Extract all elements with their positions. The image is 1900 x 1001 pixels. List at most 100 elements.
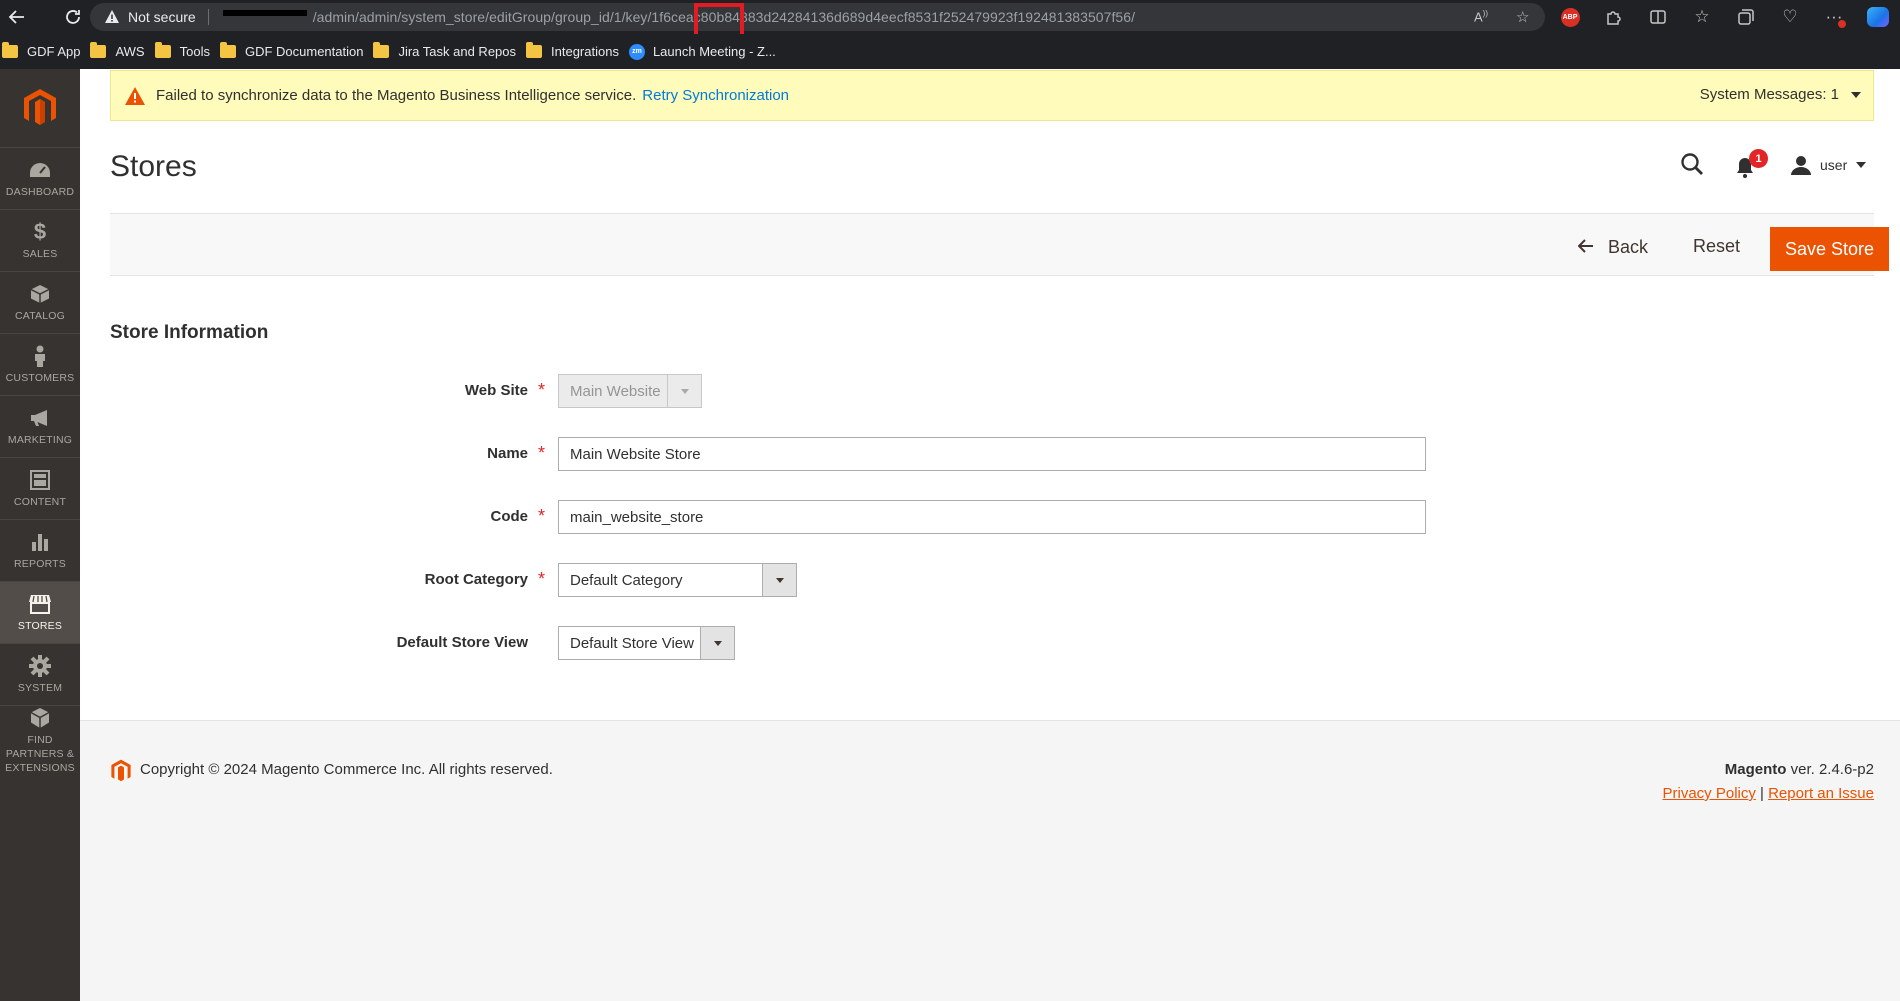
sidebar-item-reports[interactable]: REPORTS — [0, 519, 80, 581]
adblock-icon[interactable]: ABP — [1548, 0, 1592, 34]
sidebar-item-catalog[interactable]: CATALOG — [0, 271, 80, 333]
split-screen-icon[interactable] — [1636, 0, 1680, 34]
folder-icon — [219, 42, 236, 58]
page-actions-bar: Back Reset Save Store — [110, 213, 1889, 276]
default-store-view-select[interactable]: Default Store View — [558, 626, 735, 660]
url-separator — [207, 9, 209, 25]
more-menu-icon[interactable]: ··· — [1812, 0, 1856, 34]
dollar-icon: $ — [33, 218, 47, 244]
footer-links: Privacy Policy | Report an Issue — [1662, 785, 1875, 802]
reset-button[interactable]: Reset — [1693, 236, 1740, 257]
bookmark-launch-meeting[interactable]: zm Launch Meeting - Z... — [627, 38, 782, 66]
chevron-down-icon — [700, 627, 734, 659]
required-asterisk: * — [538, 506, 546, 526]
privacy-policy-link[interactable]: Privacy Policy — [1663, 785, 1756, 802]
back-arrow-icon[interactable] — [2, 2, 32, 32]
browser-toolbar: Not secure /admin/admin/system_store/edi… — [0, 0, 1900, 41]
zoom-icon: zm — [628, 43, 645, 60]
bookmark-gdf-app[interactable]: GDF App — [0, 38, 86, 66]
report-issue-link[interactable]: Report an Issue — [1768, 785, 1874, 802]
bookmarks-bar: GDF App AWS Tools GDF Documentation Jira… — [0, 34, 1900, 69]
system-message-banner: Failed to synchronize data to the Magent… — [110, 70, 1874, 121]
layout-icon — [27, 469, 53, 491]
extensions-icon — [27, 707, 53, 729]
user-name: user — [1820, 157, 1848, 173]
redacted-host — [222, 10, 307, 16]
folder-icon — [526, 42, 543, 58]
folder-icon — [154, 42, 171, 58]
bookmark-integrations[interactable]: Integrations — [524, 38, 625, 66]
refresh-icon[interactable] — [58, 2, 88, 32]
notifications-bell-icon[interactable]: 1 — [1735, 149, 1768, 181]
back-button[interactable]: Back — [1577, 236, 1648, 259]
extension-toolbar: ABP ☆ ♡ ··· — [1548, 0, 1900, 34]
magento-footer-logo-icon — [111, 759, 131, 782]
bookmark-jira[interactable]: Jira Task and Repos — [371, 38, 522, 66]
bookmark-aws[interactable]: AWS — [88, 38, 150, 66]
user-icon — [1791, 156, 1811, 175]
folder-icon — [90, 42, 107, 58]
system-messages-toggle[interactable]: System Messages: 1 — [1700, 86, 1861, 103]
name-input[interactable]: Main Website Store — [558, 437, 1426, 471]
name-row: Name * Main Website Store — [80, 437, 1880, 471]
system-message-text: Failed to synchronize data to the Magent… — [156, 87, 637, 104]
save-store-button[interactable]: Save Store — [1770, 227, 1889, 271]
code-label: Code — [490, 508, 529, 525]
name-label: Name — [487, 445, 528, 462]
root-category-label: Root Category — [424, 571, 528, 588]
extensions-puzzle-icon[interactable] — [1592, 0, 1636, 34]
magento-logo-icon[interactable] — [0, 69, 80, 147]
chevron-down-icon — [667, 375, 701, 407]
address-bar[interactable]: Not secure /admin/admin/system_store/edi… — [90, 3, 1545, 41]
sidebar-item-stores[interactable]: STORES — [0, 581, 80, 643]
required-asterisk: * — [538, 380, 546, 400]
bar-chart-icon — [27, 531, 53, 553]
megaphone-icon — [27, 407, 53, 429]
user-menu[interactable]: user — [1790, 155, 1867, 175]
main-content: Failed to synchronize data to the Magent… — [80, 69, 1900, 1001]
notification-badge: 1 — [1749, 149, 1768, 168]
sidebar-item-customers[interactable]: CUSTOMERS — [0, 333, 80, 395]
page-footer: Copyright © 2024 Magento Commerce Inc. A… — [80, 720, 1900, 1001]
box-icon — [27, 283, 53, 305]
bookmark-gdf-documentation[interactable]: GDF Documentation — [218, 38, 370, 66]
favorites-icon[interactable]: ☆ — [1680, 0, 1724, 34]
sidebar-item-find-partners[interactable]: FIND PARTNERS & EXTENSIONS — [0, 705, 80, 775]
default-store-view-label: Default Store View — [396, 634, 528, 651]
arrow-left-icon — [1577, 236, 1594, 259]
folder-icon — [2, 42, 18, 58]
admin-sidebar: DASHBOARD $ SALES CATALOG CUSTOMERS MARK… — [0, 69, 80, 1001]
chevron-down-icon — [1851, 91, 1861, 98]
sidebar-item-sales[interactable]: $ SALES — [0, 209, 80, 271]
not-secure-label[interactable]: Not secure — [128, 9, 196, 25]
read-aloud-icon[interactable]: A)) — [1474, 9, 1488, 24]
code-input[interactable]: main_website_store — [558, 500, 1426, 534]
sidebar-item-content[interactable]: CONTENT — [0, 457, 80, 519]
code-row: Code * main_website_store — [80, 500, 1880, 534]
web-site-select[interactable]: Main Website — [558, 374, 702, 408]
bookmark-tools[interactable]: Tools — [153, 38, 216, 66]
person-icon — [27, 345, 53, 367]
favorite-star-icon[interactable]: ☆ — [1516, 8, 1529, 26]
sidebar-item-dashboard[interactable]: DASHBOARD — [0, 147, 80, 209]
store-information-heading: Store Information — [110, 322, 269, 343]
required-asterisk: * — [538, 443, 546, 463]
browser-essentials-icon[interactable]: ♡ — [1768, 0, 1812, 34]
web-site-row: Web Site * Main Website — [80, 374, 1880, 408]
default-store-view-row: Default Store View Default Store View — [80, 626, 1880, 660]
system-messages-count: System Messages: 1 — [1699, 86, 1839, 103]
warning-triangle-icon — [125, 86, 145, 105]
root-category-select[interactable]: Default Category — [558, 563, 797, 597]
collections-icon[interactable] — [1724, 0, 1768, 34]
warning-icon[interactable] — [104, 9, 120, 25]
folder-icon — [373, 42, 390, 58]
copyright-text: Copyright © 2024 Magento Commerce Inc. A… — [140, 761, 553, 778]
gear-icon — [27, 654, 53, 677]
chevron-down-icon — [762, 564, 796, 596]
chevron-down-icon — [1856, 162, 1867, 168]
retry-synchronization-link[interactable]: Retry Synchronization — [642, 87, 789, 104]
copilot-icon[interactable] — [1856, 0, 1900, 34]
sidebar-item-system[interactable]: SYSTEM — [0, 643, 80, 705]
sidebar-item-marketing[interactable]: MARKETING — [0, 395, 80, 457]
search-icon[interactable] — [1680, 152, 1706, 178]
